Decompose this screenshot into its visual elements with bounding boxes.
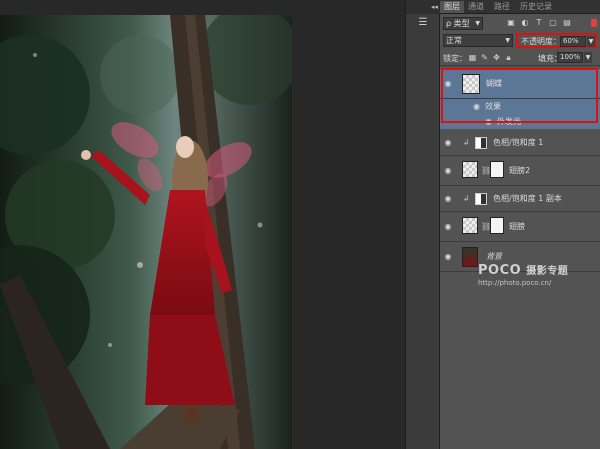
layer-row-hue-saturation-1[interactable]: ◉ ↲ 色相/饱和度 1 [440,130,600,156]
panel-tab-bar: 图层 通道 路径 历史记录 [440,0,600,14]
watermark-brand: POCO 摄影专题 [478,262,598,278]
eye-icon[interactable]: ◉ [443,252,453,262]
clip-arrow-icon: ↲ [463,194,470,203]
opacity-slider-toggle[interactable]: ▼ [587,36,595,47]
eye-icon[interactable]: ◉ [443,166,453,176]
effect-name: 外发光 [497,117,521,126]
blend-mode-select[interactable]: 正常 ▼ [443,34,513,47]
collapsed-panel-strip: ◂◂ ☰ [405,0,441,449]
chevron-down-icon: ▼ [475,20,480,27]
lock-image-icon[interactable]: ✎ [480,53,489,62]
layers-panel: 图层 通道 路径 历史记录 ρ 类型 ▼ ▣ ◐ T ▢ ▤ 正常 ▼ 不透明度… [440,0,600,449]
canvas-area[interactable] [0,0,405,449]
layer-thumbnail [462,161,478,178]
eye-icon[interactable]: ◉ [443,194,453,204]
lock-position-icon[interactable]: ✥ [492,53,501,62]
watermark-url: http://photo.poco.cn/ [478,279,552,287]
eye-icon[interactable]: ◉ [473,102,480,111]
layer-mask-thumbnail [490,161,504,178]
lock-all-icon[interactable]: 🔒︎ [504,53,513,62]
watermark-suffix: 摄影专题 [526,266,569,277]
effects-row[interactable]: ◉ 效果 [440,99,600,114]
filter-kind-label: ρ 类型 [446,19,470,28]
fill-slider-toggle[interactable]: ▼ [584,52,592,63]
document-photo[interactable] [0,15,292,449]
tab-history[interactable]: 历史记录 [516,1,556,13]
eye-icon[interactable]: ◉ [443,138,453,148]
layer-name: 翅膀2 [509,166,531,175]
expand-panels-icon[interactable]: ◂◂ [406,0,441,14]
layer-thumbnail [462,74,480,94]
filter-toggle[interactable] [591,19,597,27]
layer-name: 色相/饱和度 1 [493,138,544,147]
layer-row-wings[interactable]: ◉ ⛓ 翅膀 [440,212,600,242]
adjustment-icon[interactable]: ◐ [520,18,530,28]
watermark: POCO 摄影专题 http://photo.poco.cn/ [478,262,598,287]
smart-object-icon[interactable]: ▤ [562,18,572,28]
layer-row-hue-saturation-1-copy[interactable]: ◉ ↲ 色相/饱和度 1 副本 [440,186,600,212]
layer-name: 背景 [486,252,502,261]
layer-mask-thumbnail [490,217,504,234]
opacity-label: 不透明度： [521,37,561,46]
chevron-down-icon: ▼ [505,37,510,44]
opacity-highlight: 不透明度： 60% ▼ [516,33,597,48]
eye-icon[interactable]: ◉ [443,222,453,232]
layer-name: 翅膀 [509,222,525,231]
lock-row: 锁定： ▦ ✎ ✥ 🔒︎ 填充： 100% ▼ [440,50,600,66]
layer-name: 蝴蝶 [486,79,502,88]
tab-channels[interactable]: 通道 [464,1,488,13]
opacity-input[interactable]: 60% [560,36,586,47]
shape-icon[interactable]: ▢ [548,18,558,28]
clip-arrow-icon: ↲ [463,138,470,147]
layer-row-wings-2[interactable]: ◉ ⛓ 翅膀2 [440,156,600,186]
layer-thumbnail [462,217,478,234]
layer-row-butterfly[interactable]: ◉ 蝴蝶 [440,69,600,99]
blend-mode-value: 正常 [446,36,462,45]
watermark-brand-name: POCO [478,263,522,278]
eye-icon[interactable]: ◉ [485,117,492,126]
tab-layers[interactable]: 图层 [440,1,464,13]
type-icon[interactable]: T [534,18,544,28]
brush-presets-icon[interactable]: ☰ [414,16,432,30]
eye-icon[interactable]: ◉ [443,79,453,89]
layer-filter-row: ρ 类型 ▼ ▣ ◐ T ▢ ▤ [440,15,600,33]
tab-paths[interactable]: 路径 [490,1,514,13]
blend-row: 正常 ▼ 不透明度： 60% ▼ [440,33,600,50]
layer-thumbnail [462,247,478,267]
adjustment-layer-icon [475,193,487,205]
filter-kind-select[interactable]: ρ 类型 ▼ [443,17,483,30]
effect-outer-glow-row[interactable]: ◉ 外发光 [440,114,600,129]
layer-name: 色相/饱和度 1 副本 [493,194,562,203]
effects-label: 效果 [485,102,501,111]
lock-transparent-icon[interactable]: ▦ [468,53,477,62]
adjustment-layer-icon [475,137,487,149]
lock-label: 锁定： [443,54,467,63]
image-icon[interactable]: ▣ [506,18,516,28]
fill-input[interactable]: 100% [557,52,583,63]
photo-illustration [0,15,292,449]
